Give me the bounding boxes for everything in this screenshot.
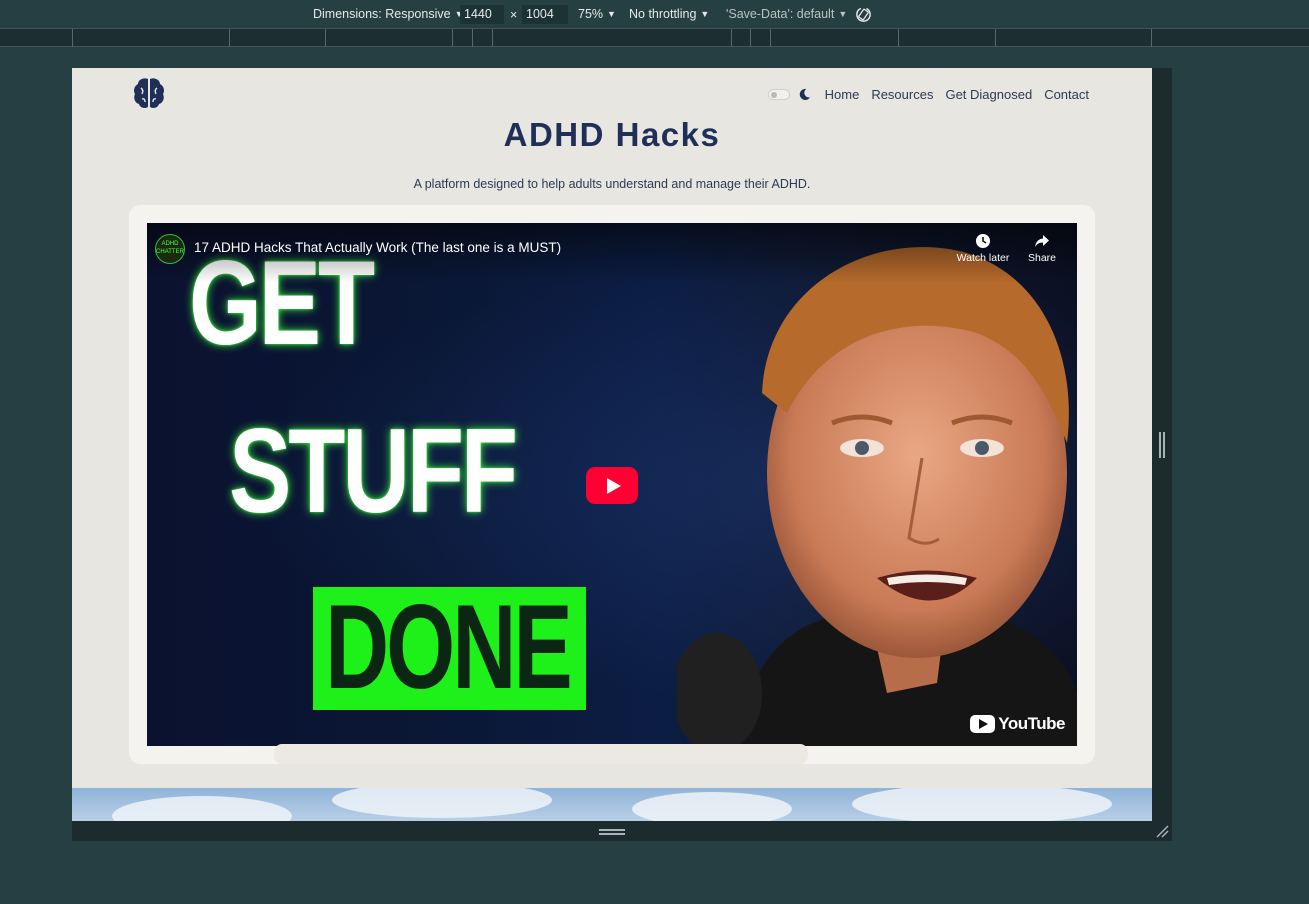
resize-handle-vertical-icon[interactable] [1159,432,1165,458]
ruler-mark [750,29,751,47]
youtube-embed[interactable]: GET STUFF DONE ADHD CHATTER 17 ADHD Hack… [147,223,1077,746]
share-label: Share [1027,252,1057,264]
page-subtitle: A platform designed to help adults under… [413,177,811,191]
media-query-ruler[interactable] [0,29,1309,47]
ruler-mark [72,29,73,47]
thumbnail-text-done: DONE [325,580,573,714]
youtube-play-icon [970,715,996,733]
youtube-logo[interactable]: YouTube [970,714,1065,734]
cloud-shape [112,796,292,821]
brain-logo-icon[interactable] [133,76,165,110]
resize-handle-horizontal-icon[interactable] [599,829,625,835]
share-arrow-icon [1035,235,1049,247]
thumbnail-person-image [677,247,1077,746]
save-data-label: 'Save-Data': default [726,7,835,21]
cloud-shape [332,788,552,818]
youtube-wordmark: YouTube [998,714,1065,733]
dimensions-label: Dimensions: Responsive [313,7,451,21]
ruler-mark [1151,29,1152,47]
play-button-icon[interactable] [586,467,638,504]
clock-icon [976,234,990,248]
save-data-dropdown[interactable]: 'Save-Data': default ▼ [726,7,847,21]
zoom-label: 75% [578,7,604,21]
share-button[interactable]: Share [1012,233,1072,264]
resize-corner-icon[interactable] [1155,824,1169,838]
cloud-shape [852,788,1112,821]
throttling-label: No throttling [629,7,697,21]
dimensions-dropdown[interactable]: Dimensions: Responsive▼ [313,7,463,21]
video-card: GET STUFF DONE ADHD CHATTER 17 ADHD Hack… [129,205,1095,764]
ruler-mark [229,29,230,47]
ruler-mark [452,29,453,47]
video-title-link[interactable]: 17 ADHD Hacks That Actually Work (The la… [194,240,561,255]
thumbnail-text-stuff: STUFF [229,404,518,538]
nav-resources-link[interactable]: Resources [871,87,933,102]
cloud-shape [632,792,792,821]
nav-get-diagnosed-link[interactable]: Get Diagnosed [945,87,1032,102]
ruler-mark [898,29,899,47]
next-section-card [274,744,808,764]
main-nav: Home Resources Get Diagnosed Contact [767,87,1089,102]
ruler-mark [770,29,771,47]
rotate-icon[interactable] [854,5,873,24]
page-title: ADHD Hacks [503,116,721,153]
ruler-mark [492,29,493,47]
height-input[interactable]: 1004 [522,5,568,24]
theme-toggle[interactable] [767,89,790,100]
nav-contact-link[interactable]: Contact [1044,87,1089,102]
devtools-device-toolbar: Dimensions: Responsive▼ 1440 × 1004 75%▼… [0,0,1309,29]
chevron-down-icon: ▼ [838,9,848,19]
nav-home-link[interactable]: Home [825,87,860,102]
channel-avatar[interactable]: ADHD CHATTER [155,234,185,264]
ruler-mark [472,29,473,47]
emulated-viewport: Home Resources Get Diagnosed Contact ADH… [72,68,1152,821]
chevron-down-icon: ▼ [607,9,616,19]
ruler-mark [325,29,326,47]
width-input[interactable]: 1440 [460,5,504,24]
watch-later-button[interactable]: Watch later [953,233,1013,264]
ruler-mark [731,29,732,47]
zoom-dropdown[interactable]: 75% ▼ [578,7,616,21]
next-section-hero-image [72,788,1152,821]
chevron-down-icon: ▼ [700,9,710,19]
moon-icon [799,88,810,100]
times-glyph: × [510,8,518,22]
ruler-mark [995,29,996,47]
throttling-dropdown[interactable]: No throttling ▼ [629,7,709,21]
watch-later-label: Watch later [956,252,1010,264]
